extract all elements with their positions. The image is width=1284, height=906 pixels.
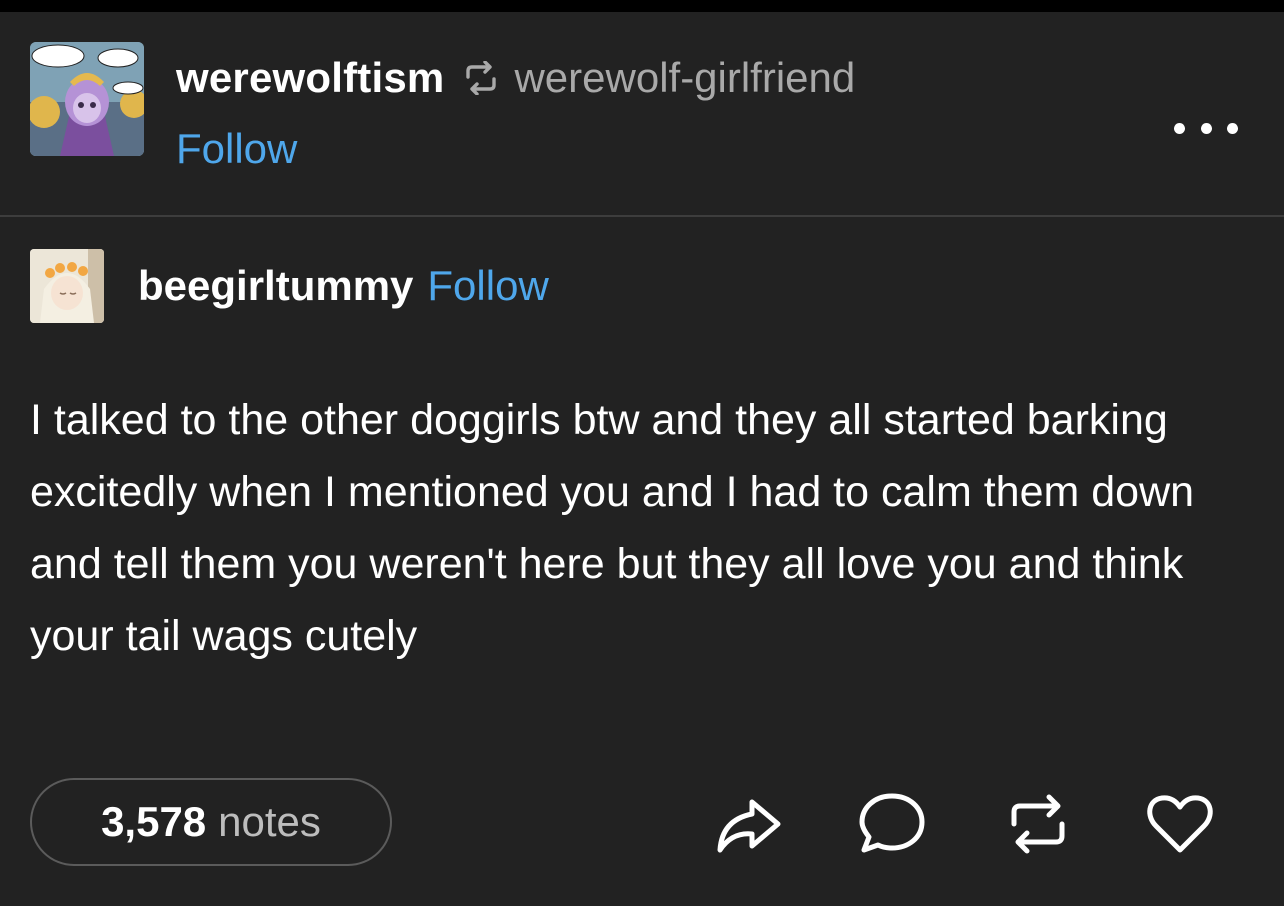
follow-button[interactable]: Follow	[176, 125, 297, 173]
reblog-source-name[interactable]: werewolf-girlfriend	[514, 54, 855, 102]
more-options-icon[interactable]	[1174, 110, 1238, 146]
like-icon[interactable]	[1144, 788, 1216, 860]
share-icon[interactable]	[712, 788, 784, 860]
post-text: I talked to the other doggirls btw and t…	[30, 396, 1195, 660]
comment-icon[interactable]	[856, 788, 928, 860]
status-strip	[0, 0, 1284, 12]
author-avatar[interactable]	[30, 249, 104, 323]
author-name[interactable]: beegirltummy	[138, 262, 413, 310]
notes-label: notes	[218, 798, 321, 845]
reblog-icon	[466, 61, 497, 95]
blog-name[interactable]: werewolftism	[176, 54, 444, 102]
post-author-row: beegirltummy Follow	[30, 248, 549, 324]
notes-button[interactable]: 3,578 notes	[30, 778, 392, 866]
notes-count: 3,578	[101, 798, 207, 845]
reblog-header: werewolftism werewolf-girlfriend Follow	[0, 12, 1284, 216]
divider	[0, 215, 1284, 217]
blog-avatar[interactable]	[30, 42, 144, 156]
author-follow-button[interactable]: Follow	[427, 262, 548, 310]
reblog-icon[interactable]	[1002, 788, 1074, 860]
